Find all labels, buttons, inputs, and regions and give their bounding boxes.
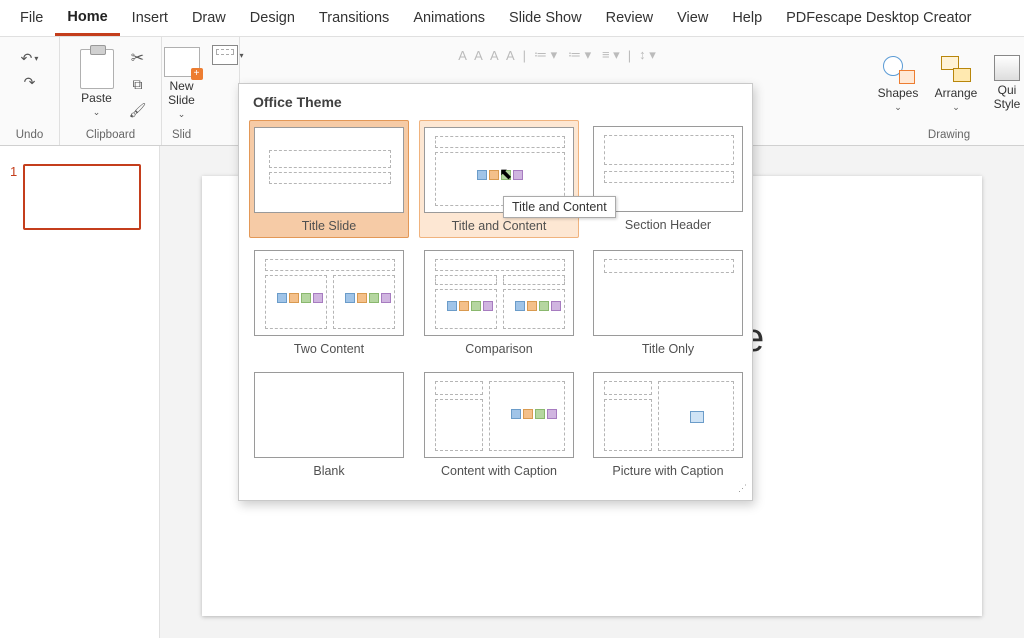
ghost-list-icons: ≔ ▾ ≔ ▾ ≡ ▾: [534, 47, 620, 63]
group-label-clipboard: Clipboard: [60, 129, 161, 141]
gallery-header: Office Theme: [239, 84, 752, 118]
slide-thumbnail-1[interactable]: [23, 164, 141, 230]
chevron-down-icon: ⌄: [93, 107, 101, 118]
menu-view[interactable]: View: [665, 2, 720, 34]
layout-label: Blank: [313, 464, 344, 478]
menu-animations[interactable]: Animations: [401, 2, 497, 34]
resize-grip-icon[interactable]: ⋰: [738, 486, 748, 496]
layout-label: Content with Caption: [441, 464, 557, 478]
shapes-button[interactable]: Shapes ⌄: [873, 41, 923, 125]
scissors-icon: ✂: [131, 48, 144, 68]
menu-help[interactable]: Help: [720, 2, 774, 34]
layout-thumb-picture_caption: [593, 372, 743, 458]
group-label-slides: Slid: [162, 129, 239, 141]
menu-bar: File Home Insert Draw Design Transitions…: [0, 0, 1024, 36]
layout-label: Title and Content: [452, 219, 547, 233]
menu-insert[interactable]: Insert: [120, 2, 180, 34]
layout-thumb-comparison: [424, 250, 574, 336]
new-slide-label: New Slide: [168, 79, 195, 107]
menu-design[interactable]: Design: [238, 2, 307, 34]
undo-button[interactable]: ↶▾: [19, 47, 41, 69]
ribbon-group-slides: New Slide ⌄ ▾ Slid: [162, 37, 240, 145]
chevron-down-icon: ⌄: [952, 102, 960, 113]
layout-thumb-title_only: [593, 250, 743, 336]
layout-thumb-two_content: [254, 250, 404, 336]
cut-button[interactable]: ✂: [127, 47, 149, 69]
layout-option-comparison[interactable]: Comparison: [419, 244, 579, 360]
layout-gallery: Office Theme Title Slide Title and Conten…: [238, 83, 753, 501]
new-slide-icon: [164, 47, 200, 77]
menu-file[interactable]: File: [8, 2, 55, 34]
layout-thumb-title: [254, 127, 404, 213]
ribbon-group-drawing: Shapes ⌄ Arrange ⌄ Qui Style Drawing: [874, 37, 1024, 145]
layout-option-section_header[interactable]: Section Header: [589, 120, 747, 238]
arrange-label: Arrange: [935, 86, 978, 100]
group-label-undo: Undo: [0, 129, 59, 141]
ghost-align-icons: ↕ ▾: [639, 47, 656, 63]
mouse-cursor-icon: ⬉: [499, 164, 512, 184]
layout-label: Two Content: [294, 342, 364, 356]
quick-styles-button[interactable]: Qui Style: [989, 41, 1024, 125]
layout-option-title_only[interactable]: Title Only: [589, 244, 747, 360]
layout-option-content_caption[interactable]: Content with Caption: [419, 366, 579, 482]
layout-thumb-content_caption: [424, 372, 574, 458]
layout-label: Title Only: [642, 342, 694, 356]
format-painter-button[interactable]: 🖌: [127, 99, 149, 121]
copy-icon: ⧉: [133, 76, 143, 93]
menu-draw[interactable]: Draw: [180, 2, 238, 34]
menu-pdfescape[interactable]: PDFescape Desktop Creator: [774, 2, 983, 34]
menu-slideshow[interactable]: Slide Show: [497, 2, 594, 34]
clipboard-icon: [80, 49, 114, 89]
undo-icon: ↶: [21, 50, 33, 67]
layout-button[interactable]: ▾: [212, 45, 244, 65]
redo-icon: ↷: [24, 74, 36, 91]
menu-transitions[interactable]: Transitions: [307, 2, 401, 34]
new-slide-button[interactable]: New Slide ⌄: [158, 41, 206, 125]
brush-icon: 🖌: [129, 102, 147, 119]
layout-label: Section Header: [625, 218, 711, 232]
menu-home[interactable]: Home: [55, 1, 119, 36]
layout-thumb-blank: [254, 372, 404, 458]
thumbnail-panel: 1: [0, 146, 160, 638]
layout-icon: [212, 45, 238, 65]
group-label-drawing: Drawing: [874, 129, 1024, 141]
redo-button[interactable]: ↷: [19, 71, 41, 93]
ghost-font: A A A A: [458, 48, 514, 63]
shapes-label: Shapes: [878, 86, 919, 100]
shapes-icon: [881, 54, 915, 84]
quick-styles-icon: [994, 55, 1020, 81]
chevron-down-icon: ⌄: [894, 102, 902, 113]
layout-option-title[interactable]: Title Slide: [249, 120, 409, 238]
chevron-down-icon: ▾: [34, 54, 38, 63]
ribbon-group-undo: ↶▾ ↷ Undo: [0, 37, 60, 145]
layout-option-picture_caption[interactable]: Picture with Caption: [589, 366, 747, 482]
paste-button[interactable]: Paste ⌄: [73, 41, 121, 125]
layout-label: Comparison: [465, 342, 532, 356]
ribbon: ↶▾ ↷ Undo Paste ⌄ ✂ ⧉ 🖌 Clipboard New Sl…: [0, 36, 1024, 146]
menu-review[interactable]: Review: [594, 2, 666, 34]
paste-label: Paste: [81, 91, 112, 105]
layout-label: Title Slide: [302, 219, 356, 233]
layout-label: Picture with Caption: [612, 464, 723, 478]
layout-option-two_content[interactable]: Two Content: [249, 244, 409, 360]
ribbon-group-clipboard: Paste ⌄ ✂ ⧉ 🖌 Clipboard: [60, 37, 162, 145]
chevron-down-icon: ⌄: [178, 109, 186, 120]
arrange-button[interactable]: Arrange ⌄: [929, 41, 983, 125]
copy-button[interactable]: ⧉: [127, 73, 149, 95]
tooltip-title-and-content: Title and Content: [503, 196, 616, 218]
thumbnail-number: 1: [10, 164, 17, 179]
quick-styles-label: Qui Style: [994, 83, 1021, 111]
arrange-icon: [939, 54, 973, 84]
layout-option-blank[interactable]: Blank: [249, 366, 409, 482]
